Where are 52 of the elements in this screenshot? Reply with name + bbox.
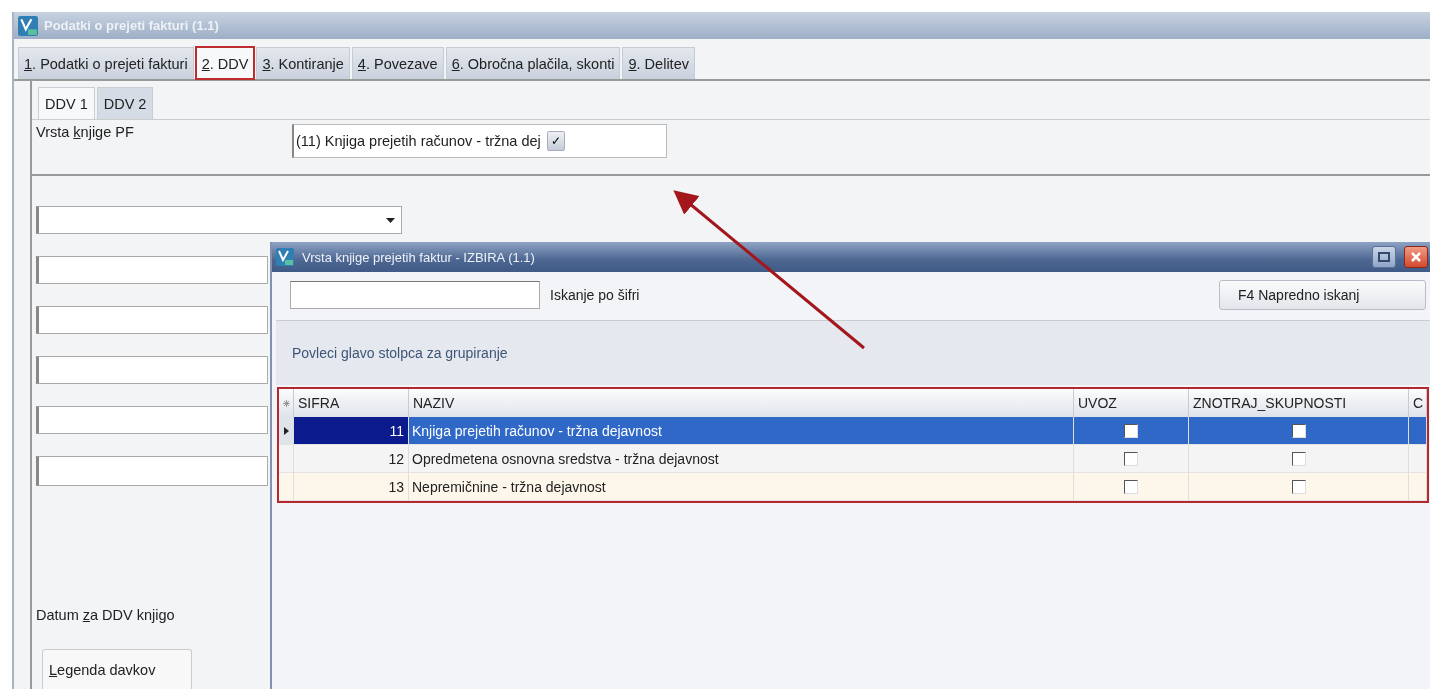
legend-tab[interactable]: Legenda davkov	[42, 649, 192, 689]
tab[interactable]: 3. Kontiranje	[256, 47, 350, 79]
field-label: Datum za DDV knjigo	[36, 607, 176, 623]
advanced-search-button[interactable]: F4 Napredno iskanj	[1219, 280, 1426, 310]
maximize-button[interactable]	[1372, 246, 1396, 268]
table-cell: Opredmetena osnovna sredstva - tržna dejavnost	[409, 445, 1074, 473]
input-field[interactable]	[36, 456, 268, 486]
checkbox[interactable]	[1124, 479, 1138, 494]
dialog-title: Vrsta knjige prejetih faktur - IZBIRA (1.1)	[302, 249, 536, 265]
table-cell: 12	[294, 445, 409, 473]
tab[interactable]: DDV 1	[38, 87, 95, 119]
close-button[interactable]	[1404, 246, 1428, 268]
checkbox[interactable]	[1291, 451, 1306, 466]
column-header[interactable]: ZNOTRAJ_SKUPNOSTI	[1189, 389, 1409, 417]
tab[interactable]: 6. Obročna plačila, skonti	[445, 47, 621, 79]
column-header[interactable]: NAZIV	[409, 389, 1074, 417]
table-cell: 11	[294, 417, 409, 445]
input-field[interactable]	[36, 356, 268, 384]
column-header[interactable]: C	[1409, 389, 1427, 417]
group-hint: Povleci glavo stolpca za grupiranje	[292, 345, 508, 361]
checkbox[interactable]	[1291, 423, 1306, 438]
input-field[interactable]	[36, 306, 268, 334]
column-header[interactable]: SIFRA	[294, 389, 409, 417]
tab[interactable]: 1. Podatki o prejeti fakturi	[18, 47, 194, 79]
table-cell: Knjiga prejetih računov - tržna dejavnost	[409, 417, 1074, 445]
checkbox[interactable]	[1124, 451, 1138, 466]
select-button[interactable]: ✓	[546, 131, 565, 151]
asterisk-icon	[283, 399, 290, 407]
field-label: Vrsta knjige PF	[36, 124, 135, 140]
tab[interactable]: 4. Povezave	[351, 47, 444, 79]
app-logo-icon	[276, 248, 294, 266]
table-cell: 13	[294, 473, 409, 501]
search-field[interactable]	[290, 281, 540, 309]
checkbox[interactable]	[1291, 479, 1306, 494]
book-type-field[interactable]: (11) Knjiga prejetih računov - tržna dej ✓	[292, 124, 667, 158]
search-label: Iskanje po šifri	[550, 287, 641, 303]
checkbox[interactable]	[1124, 423, 1138, 438]
window-title: Podatki o prejeti fakturi (1.1)	[44, 18, 219, 33]
tab[interactable]: 9. Delitev	[622, 47, 695, 79]
current-row-icon	[283, 426, 289, 435]
tab[interactable]: 2. DDV	[195, 47, 255, 79]
close-icon	[1410, 251, 1422, 263]
column-header[interactable]: UVOZ	[1074, 389, 1189, 417]
maximize-icon	[1378, 252, 1390, 262]
app-logo-icon	[18, 15, 38, 36]
dropdown-arrow-icon	[386, 217, 395, 223]
input-field[interactable]	[36, 256, 268, 284]
tab[interactable]: DDV 2	[96, 87, 154, 119]
table-cell: Nepremičnine - tržna dejavnost	[409, 473, 1074, 501]
dropdown-field[interactable]	[36, 206, 402, 234]
input-field[interactable]	[36, 406, 268, 434]
row-indicator[interactable]	[279, 417, 294, 445]
